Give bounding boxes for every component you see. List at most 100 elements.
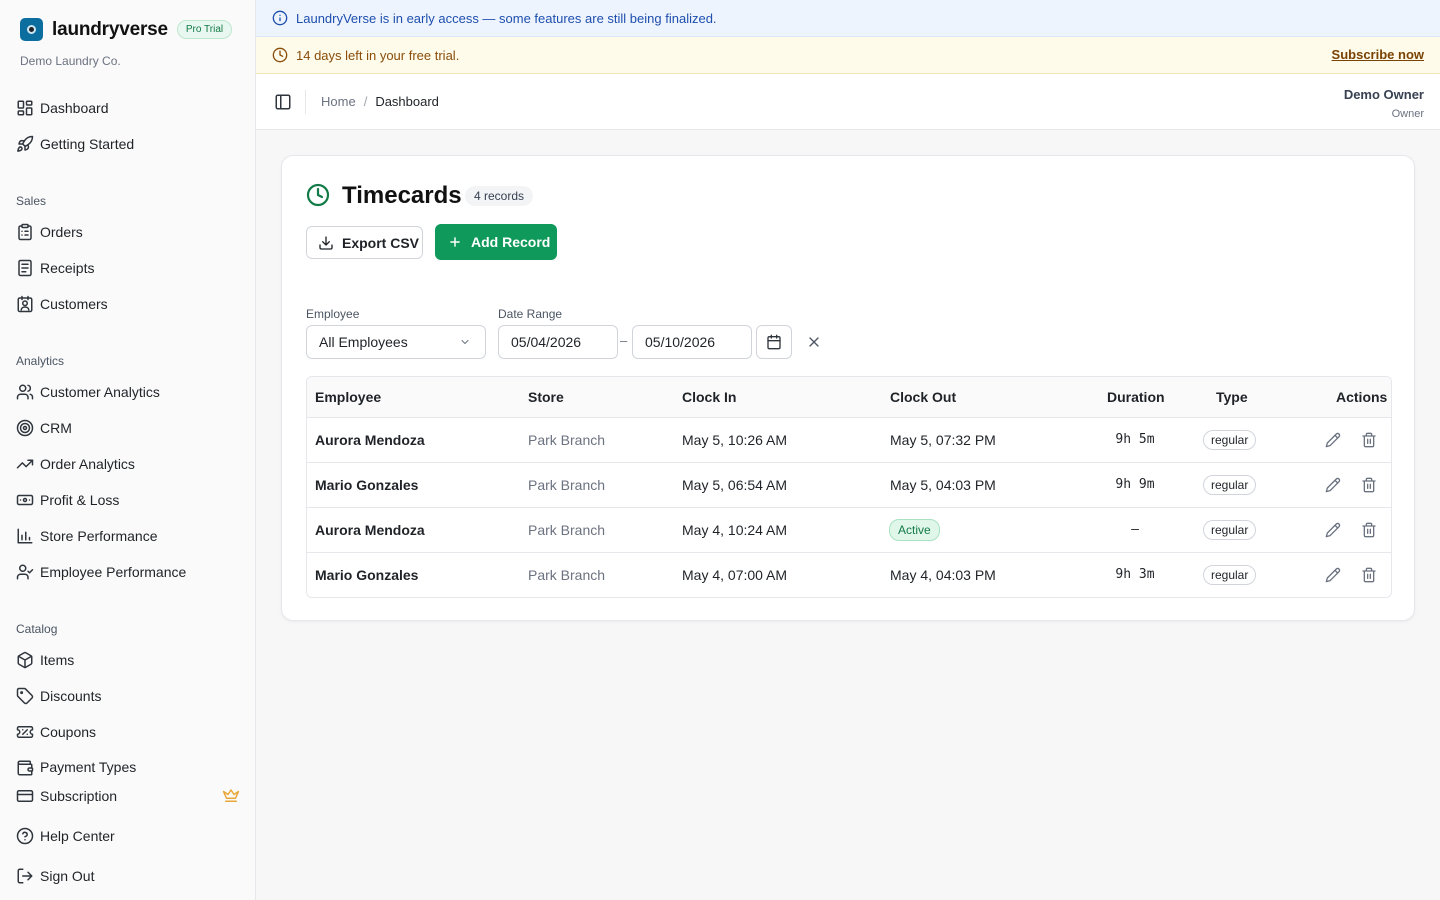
- active-status-badge: Active: [889, 519, 940, 541]
- target-icon: [16, 419, 34, 437]
- column-header-clock-in[interactable]: Clock In: [682, 389, 736, 405]
- cell-clock-in: May 4, 07:00 AM: [682, 567, 788, 583]
- date-from-input[interactable]: 05/04/2026: [498, 325, 618, 359]
- table-row[interactable]: Mario Gonzales Park Branch May 5, 06:54 …: [307, 463, 1391, 508]
- sidebar-item-receipts[interactable]: Receipts: [16, 256, 94, 280]
- topbar: Home / Dashboard Demo Owner Owner: [256, 74, 1440, 130]
- column-header-type[interactable]: Type: [1216, 389, 1248, 405]
- download-icon: [319, 235, 333, 250]
- column-header-duration[interactable]: Duration: [1107, 389, 1165, 405]
- info-icon: [272, 10, 288, 26]
- add-record-label: Add Record: [471, 234, 551, 250]
- sidebar-item-orders[interactable]: Orders: [16, 220, 83, 244]
- sidebar-item-customers[interactable]: Customers: [16, 292, 108, 316]
- table-header: Employee Store Clock In Clock Out Durati…: [307, 377, 1391, 418]
- sidebar-item-label: Help Center: [40, 828, 115, 844]
- clipboard-icon: [18, 223, 32, 241]
- sidebar-item-profit-loss[interactable]: Profit & Loss: [16, 488, 119, 512]
- sidebar-item-label: Coupons: [40, 724, 97, 740]
- breadcrumb-current: Dashboard: [375, 94, 439, 109]
- table-row[interactable]: Aurora Mendoza Park Branch May 4, 10:24 …: [307, 508, 1391, 553]
- breadcrumb-separator: /: [363, 94, 368, 109]
- org-name: Demo Laundry Co.: [20, 54, 121, 68]
- sidebar-toggle-icon[interactable]: [274, 93, 292, 111]
- trash-icon[interactable]: [1361, 477, 1377, 493]
- breadcrumb-home[interactable]: Home: [321, 94, 356, 109]
- table-row[interactable]: Aurora Mendoza Park Branch May 5, 10:26 …: [307, 418, 1391, 463]
- cell-clock-out: May 5, 04:03 PM: [890, 477, 996, 493]
- page-title: Timecards: [342, 182, 462, 209]
- edit-icon[interactable]: [1325, 567, 1341, 583]
- edit-icon[interactable]: [1325, 477, 1341, 493]
- sidebar-item-employee-performance[interactable]: Employee Performance: [16, 560, 186, 584]
- sidebar-item-label: Customers: [40, 296, 108, 312]
- sidebar-item-customer-analytics[interactable]: Customer Analytics: [16, 380, 160, 404]
- chevron-down-icon: [461, 340, 469, 344]
- timecards-card: Timecards 4 records Export CSV Add Recor…: [281, 155, 1415, 621]
- edit-icon[interactable]: [1325, 522, 1341, 538]
- sidebar-item-label: CRM: [40, 420, 72, 436]
- trash-icon[interactable]: [1361, 522, 1377, 538]
- trash-icon[interactable]: [1361, 432, 1377, 448]
- subscribe-now-link[interactable]: Subscribe now: [1332, 47, 1424, 62]
- edit-icon[interactable]: [1325, 432, 1341, 448]
- sidebar-item-label: Customer Analytics: [40, 384, 160, 400]
- sidebar-item-payment-types[interactable]: Payment Types: [16, 756, 136, 776]
- package-icon: [17, 651, 33, 669]
- sidebar-item-dashboard[interactable]: Dashboard: [16, 96, 109, 120]
- sidebar-item-label: Getting Started: [40, 136, 135, 152]
- sidebar-item-label: Employee Performance: [40, 564, 187, 580]
- cell-duration: –: [1131, 522, 1139, 537]
- dashboard-icon: [17, 100, 33, 116]
- sidebar-item-label: Discounts: [40, 688, 102, 704]
- sidebar-item-crm[interactable]: CRM: [16, 416, 72, 440]
- sidebar-item-store-performance[interactable]: Store Performance: [16, 524, 158, 548]
- table-row[interactable]: Mario Gonzales Park Branch May 4, 07:00 …: [307, 553, 1391, 597]
- sidebar-section-catalog: Catalog: [16, 622, 58, 636]
- employee-select[interactable]: All Employees: [306, 325, 486, 359]
- cell-clock-in: May 5, 06:54 AM: [682, 477, 788, 493]
- brand[interactable]: laundryverse Pro Trial: [20, 18, 233, 41]
- sidebar-item-subscription[interactable]: Subscription: [16, 784, 117, 808]
- cell-clock-out: May 5, 07:32 PM: [890, 432, 996, 448]
- sidebar-item-help-center[interactable]: Help Center: [16, 824, 115, 848]
- clock-icon: [306, 183, 330, 207]
- banknote-icon: [16, 494, 34, 506]
- export-csv-button[interactable]: Export CSV: [306, 226, 423, 259]
- type-badge: regular: [1203, 475, 1257, 495]
- cell-employee: Mario Gonzales: [315, 477, 419, 493]
- sidebar-item-label: Receipts: [40, 260, 95, 276]
- sidebar-item-getting-started[interactable]: Getting Started: [16, 132, 134, 156]
- sidebar-item-coupons[interactable]: Coupons: [16, 720, 96, 744]
- cell-store: Park Branch: [528, 522, 606, 538]
- cell-store: Park Branch: [528, 432, 606, 448]
- brand-logo-icon: [20, 18, 43, 41]
- cell-employee: Aurora Mendoza: [315, 432, 425, 448]
- clock-icon: [272, 47, 288, 63]
- column-header-store[interactable]: Store: [528, 389, 564, 405]
- column-header-clock-out[interactable]: Clock Out: [890, 389, 956, 405]
- contact-icon: [17, 295, 33, 313]
- cell-duration: 9h 5m: [1115, 432, 1155, 447]
- sidebar-item-discounts[interactable]: Discounts: [16, 684, 101, 708]
- sidebar-item-items[interactable]: Items: [16, 648, 74, 672]
- cell-employee: Mario Gonzales: [315, 567, 419, 583]
- column-header-employee[interactable]: Employee: [315, 389, 381, 405]
- trash-icon[interactable]: [1361, 567, 1377, 583]
- log-out-icon: [17, 868, 33, 884]
- calendar-button[interactable]: [756, 325, 792, 359]
- bar-chart-icon: [17, 528, 33, 544]
- type-badge: regular: [1203, 565, 1257, 585]
- help-circle-icon: [16, 827, 34, 845]
- users-icon: [16, 384, 34, 400]
- ticket-icon: [16, 726, 34, 738]
- sidebar-item-label: Profit & Loss: [40, 492, 120, 508]
- trial-text: 14 days left in your free trial.: [296, 47, 460, 63]
- date-to-input[interactable]: 05/10/2026: [632, 325, 752, 359]
- clear-filter-icon[interactable]: [806, 334, 822, 350]
- cell-store: Park Branch: [528, 567, 606, 583]
- user-name[interactable]: Demo Owner: [1344, 87, 1424, 102]
- sidebar-item-sign-out[interactable]: Sign Out: [16, 864, 94, 888]
- add-record-button[interactable]: Add Record: [435, 224, 557, 260]
- sidebar-item-order-analytics[interactable]: Order Analytics: [16, 452, 135, 476]
